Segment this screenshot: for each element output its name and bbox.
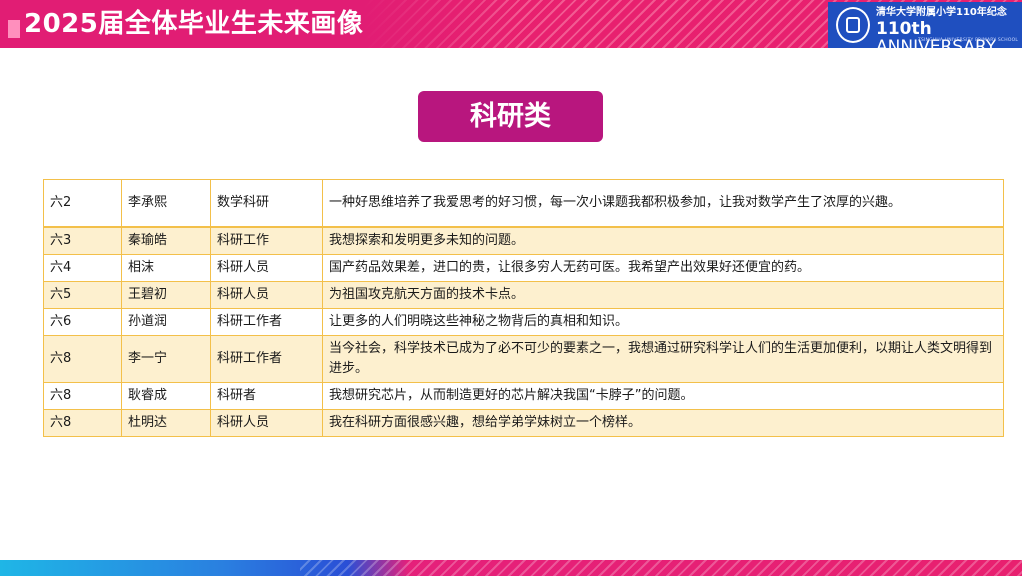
emblem-icon	[836, 7, 870, 43]
table-row: 六6 孙道润 科研工作者 让更多的人们明晓这些神秘之物背后的真相和知识。	[43, 308, 1004, 336]
name-cell: 王碧初	[121, 281, 211, 309]
footer-stripe-pattern	[300, 560, 1022, 576]
statement-cell: 国产药品效果差，进口的贵，让很多穷人无药可医。我希望产出效果好还便宜的药。	[322, 254, 1004, 282]
field-cell: 科研人员	[210, 254, 323, 282]
field-cell: 科研人员	[210, 409, 323, 437]
name-cell: 李一宁	[121, 335, 211, 383]
field-cell: 科研工作者	[210, 308, 323, 336]
statement-cell: 我在科研方面很感兴趣，想给学弟学妹树立一个榜样。	[322, 409, 1004, 437]
class-cell: 六8	[43, 335, 122, 383]
school-logo: 清华大学附属小学 110年纪念 110th ANNIVERSARY TSINGH…	[828, 2, 1022, 56]
name-cell: 秦瑜皓	[121, 226, 211, 255]
name-cell: 杜明达	[121, 409, 211, 437]
class-cell: 六2	[43, 179, 122, 228]
logo-school-name: 清华大学附属小学	[876, 7, 956, 18]
name-cell: 相沫	[121, 254, 211, 282]
field-cell: 科研者	[210, 382, 323, 410]
table-row: 六4 相沫 科研人员 国产药品效果差，进口的贵，让很多穷人无药可医。我希望产出效…	[43, 254, 1004, 282]
statement-cell: 让更多的人们明晓这些神秘之物背后的真相和知识。	[322, 308, 1004, 336]
name-cell: 李承熙	[121, 179, 211, 228]
class-cell: 六6	[43, 308, 122, 336]
statement-cell: 一种好思维培养了我爱思考的好习惯，每一次小课题我都积极参加，让我对数学产生了浓厚…	[322, 179, 1004, 228]
field-cell: 科研工作者	[210, 335, 323, 383]
class-cell: 六4	[43, 254, 122, 282]
student-future-table: 六2 李承熙 数学科研 一种好思维培养了我爱思考的好习惯，每一次小课题我都积极参…	[43, 179, 1004, 437]
class-cell: 六8	[43, 382, 122, 410]
logo-subtitle: TSINGHUA UNIVERSITY PRIMARY SCHOOL	[918, 38, 1019, 43]
statement-cell: 为祖国攻克航天方面的技术卡点。	[322, 281, 1004, 309]
footer-stripe	[0, 560, 1022, 576]
page-title: 2025届全体毕业生未来画像	[24, 9, 364, 39]
field-cell: 科研工作	[210, 226, 323, 255]
statement-cell: 我想探索和发明更多未知的问题。	[322, 226, 1004, 255]
name-cell: 孙道润	[121, 308, 211, 336]
field-cell: 数学科研	[210, 179, 323, 228]
field-cell: 科研人员	[210, 281, 323, 309]
class-cell: 六8	[43, 409, 122, 437]
logo-big-number: 110th	[876, 19, 932, 39]
name-cell: 耿睿成	[121, 382, 211, 410]
table-row: 六8 杜明达 科研人员 我在科研方面很感兴趣，想给学弟学妹树立一个榜样。	[43, 409, 1004, 437]
class-cell: 六3	[43, 226, 122, 255]
logo-anniversary-label: 110年纪念	[956, 7, 1007, 18]
category-badge: 科研类	[418, 91, 603, 142]
table-row: 六8 耿睿成 科研者 我想研究芯片，从而制造更好的芯片解决我国“卡脖子”的问题。	[43, 382, 1004, 410]
class-cell: 六5	[43, 281, 122, 309]
statement-cell: 我想研究芯片，从而制造更好的芯片解决我国“卡脖子”的问题。	[322, 382, 1004, 410]
statement-cell: 当今社会，科学技术已成为了必不可少的要素之一，我想通过研究科学让人们的生活更加便…	[322, 335, 1004, 383]
table-row: 六3 秦瑜皓 科研工作 我想探索和发明更多未知的问题。	[43, 226, 1004, 255]
table-row: 六5 王碧初 科研人员 为祖国攻克航天方面的技术卡点。	[43, 281, 1004, 309]
header-accent-mark	[8, 20, 20, 38]
table-row: 六8 李一宁 科研工作者 当今社会，科学技术已成为了必不可少的要素之一，我想通过…	[43, 335, 1004, 383]
table-row: 六2 李承熙 数学科研 一种好思维培养了我爱思考的好习惯，每一次小课题我都积极参…	[43, 179, 1004, 228]
